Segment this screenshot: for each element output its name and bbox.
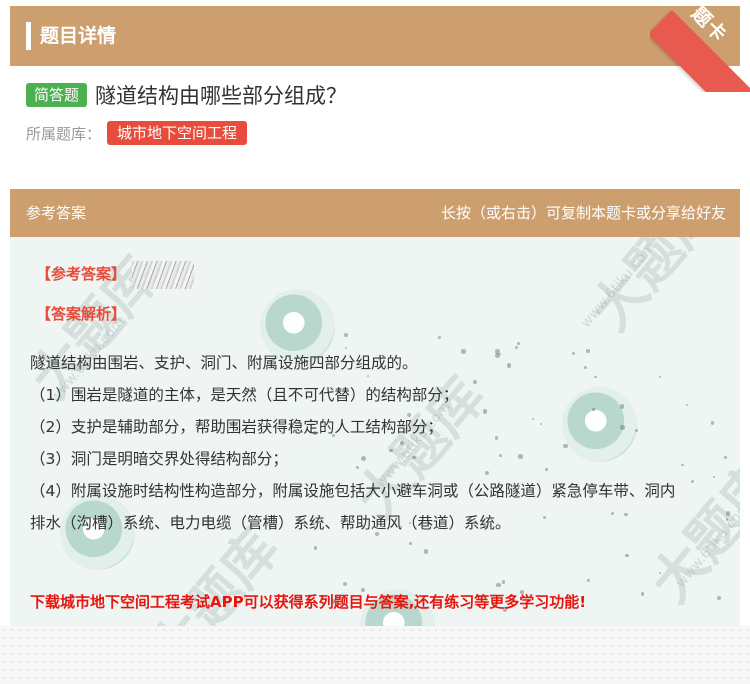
answer-header: 参考答案 长按（或右击）可复制本题卡或分享给好友 <box>10 189 740 237</box>
water-drop <box>409 542 412 545</box>
water-drop <box>716 595 722 601</box>
copy-share-hint: 长按（或右击）可复制本题卡或分享给好友 <box>440 204 726 222</box>
download-app-link[interactable]: 下载城市地下空间工程考试APP可以获得系列题目与答案,还有练习等更多学习功能! <box>30 591 586 612</box>
answer-line: （2）支护是辅助部分，帮助围岩获得稳定的人工结构部分； <box>30 418 443 436</box>
answer-line: 隧道结构由围岩、支护、洞门、附属设施四部分组成的。 <box>30 354 418 372</box>
water-drop <box>501 579 506 584</box>
bank-tag[interactable]: 城市地下空间工程 <box>107 121 248 145</box>
answer-line: 排水（沟槽）系统、电力电缆（管槽）系统、帮助通风（巷道）系统。 <box>30 514 511 532</box>
question-bank-row: 所属题库： 城市地下空间工程 <box>26 120 248 146</box>
water-drop <box>423 549 429 554</box>
question-row: 简答题 隧道结构由哪些部分组成？ <box>26 80 347 110</box>
answer-line: （1）围岩是隧道的主体，是天然（且不可代替）的结构部分； <box>30 386 459 404</box>
bank-label: 所属题库： <box>26 124 102 143</box>
water-drop <box>342 581 347 586</box>
answer-line: （4）附属设施时结构性构造部分，附属设施包括大小避车洞或（公路隧道）紧急停车带、… <box>30 482 676 500</box>
water-drop <box>517 342 521 345</box>
water-drop <box>625 553 629 558</box>
dotted-background <box>0 626 750 684</box>
answer-image <box>132 261 194 289</box>
answer-line: （3）洞门是明暗交界处得结构部分； <box>30 450 288 468</box>
water-drop <box>344 333 348 337</box>
water-drop <box>640 592 645 596</box>
answer-tag: 【参考答案】 <box>36 265 127 283</box>
analysis-tag: 【答案解析】 <box>36 305 127 323</box>
water-drop <box>496 582 501 588</box>
question-title: 隧道结构由哪些部分组成？ <box>95 84 348 108</box>
detail-header: 题目详情 <box>10 6 740 66</box>
header-title: 题目详情 <box>40 25 117 47</box>
water-drop <box>437 335 442 340</box>
water-drop <box>313 546 317 550</box>
water-drop <box>587 579 591 582</box>
answer-text: 隧道结构由围岩、支护、洞门、附属设施四部分组成的。 （1）围岩是隧道的主体，是天… <box>30 347 730 539</box>
header-accent-bar <box>26 22 31 50</box>
answer-section-label: 参考答案 <box>26 204 87 222</box>
question-type-badge: 简答题 <box>26 83 88 107</box>
answer-body: 大题库 大题库 大题库 大题库 大题库 www.6tiku.com www.6t… <box>10 237 740 626</box>
